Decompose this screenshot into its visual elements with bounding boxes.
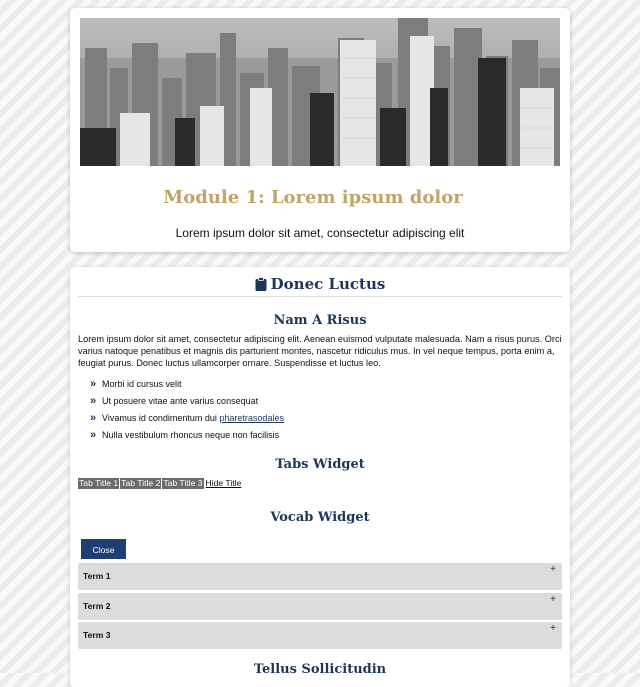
- vocab-term-2[interactable]: Term 2 +: [78, 593, 562, 620]
- vocab-term-3[interactable]: Term 3 +: [78, 622, 562, 649]
- tabs-widget-heading: Tabs Widget: [275, 457, 365, 472]
- tab-title-2[interactable]: Tab Title 2: [120, 478, 162, 489]
- tab-title-3[interactable]: Tab Title 3: [162, 478, 204, 489]
- pharetrasodales-link[interactable]: pharetrasodales: [219, 413, 284, 423]
- content-card: Donec Luctus Nam A Risus Lorem ipsum dol…: [70, 267, 570, 687]
- bullet-list: » Morbi id cursus velit » Ut posuere vitae…: [90, 376, 284, 444]
- module-hero-card: Module 1: Lorem ipsum dolor Lorem ipsum …: [70, 8, 570, 252]
- term-label: Term 2: [83, 601, 111, 611]
- city-skyline-image: [80, 18, 560, 166]
- term-label: Term 3: [83, 630, 111, 640]
- list-item: » Vivamus id condimentum dui pharetrasoda…: [90, 410, 284, 427]
- list-item: » Nulla vestibulum rhoncus neque non faci…: [90, 427, 284, 444]
- term-label: Term 1: [83, 571, 111, 581]
- nam-heading: Nam A Risus: [273, 313, 367, 328]
- list-item: » Ut posuere vitae ante varius consequat: [90, 393, 284, 410]
- nam-paragraph: Lorem ipsum dolor sit amet, consectetur …: [78, 334, 562, 368]
- chevron-right-icon: »: [90, 378, 97, 390]
- tellus-heading: Tellus Sollicitudin: [253, 662, 387, 677]
- vocab-widget-heading: Vocab Widget: [270, 510, 370, 525]
- vocab-term-1[interactable]: Term 1 +: [78, 563, 562, 590]
- close-all-button[interactable]: Close All: [81, 539, 126, 575]
- hide-title-link[interactable]: Hide Title: [206, 478, 242, 489]
- module-title: Module 1: Lorem ipsum dolor: [163, 187, 463, 208]
- plus-icon[interactable]: +: [550, 594, 556, 605]
- tab-title-1[interactable]: Tab Title 1: [78, 478, 120, 489]
- plus-icon[interactable]: +: [550, 564, 556, 575]
- chevron-right-icon: »: [90, 395, 97, 407]
- module-subtitle: Lorem ipsum dolor sit amet, consectetur …: [175, 226, 465, 240]
- clipboard-icon: [255, 277, 267, 295]
- plus-icon[interactable]: +: [550, 623, 556, 634]
- tabs-widget: Tab Title 1 Tab Title 2 Tab Title 3 Hide…: [78, 478, 241, 489]
- list-item: » Morbi id cursus velit: [90, 376, 284, 393]
- chevron-right-icon: »: [90, 429, 97, 441]
- section-title: Donec Luctus: [270, 275, 386, 293]
- chevron-right-icon: »: [90, 412, 97, 424]
- section-heading: Donec Luctus: [78, 275, 562, 297]
